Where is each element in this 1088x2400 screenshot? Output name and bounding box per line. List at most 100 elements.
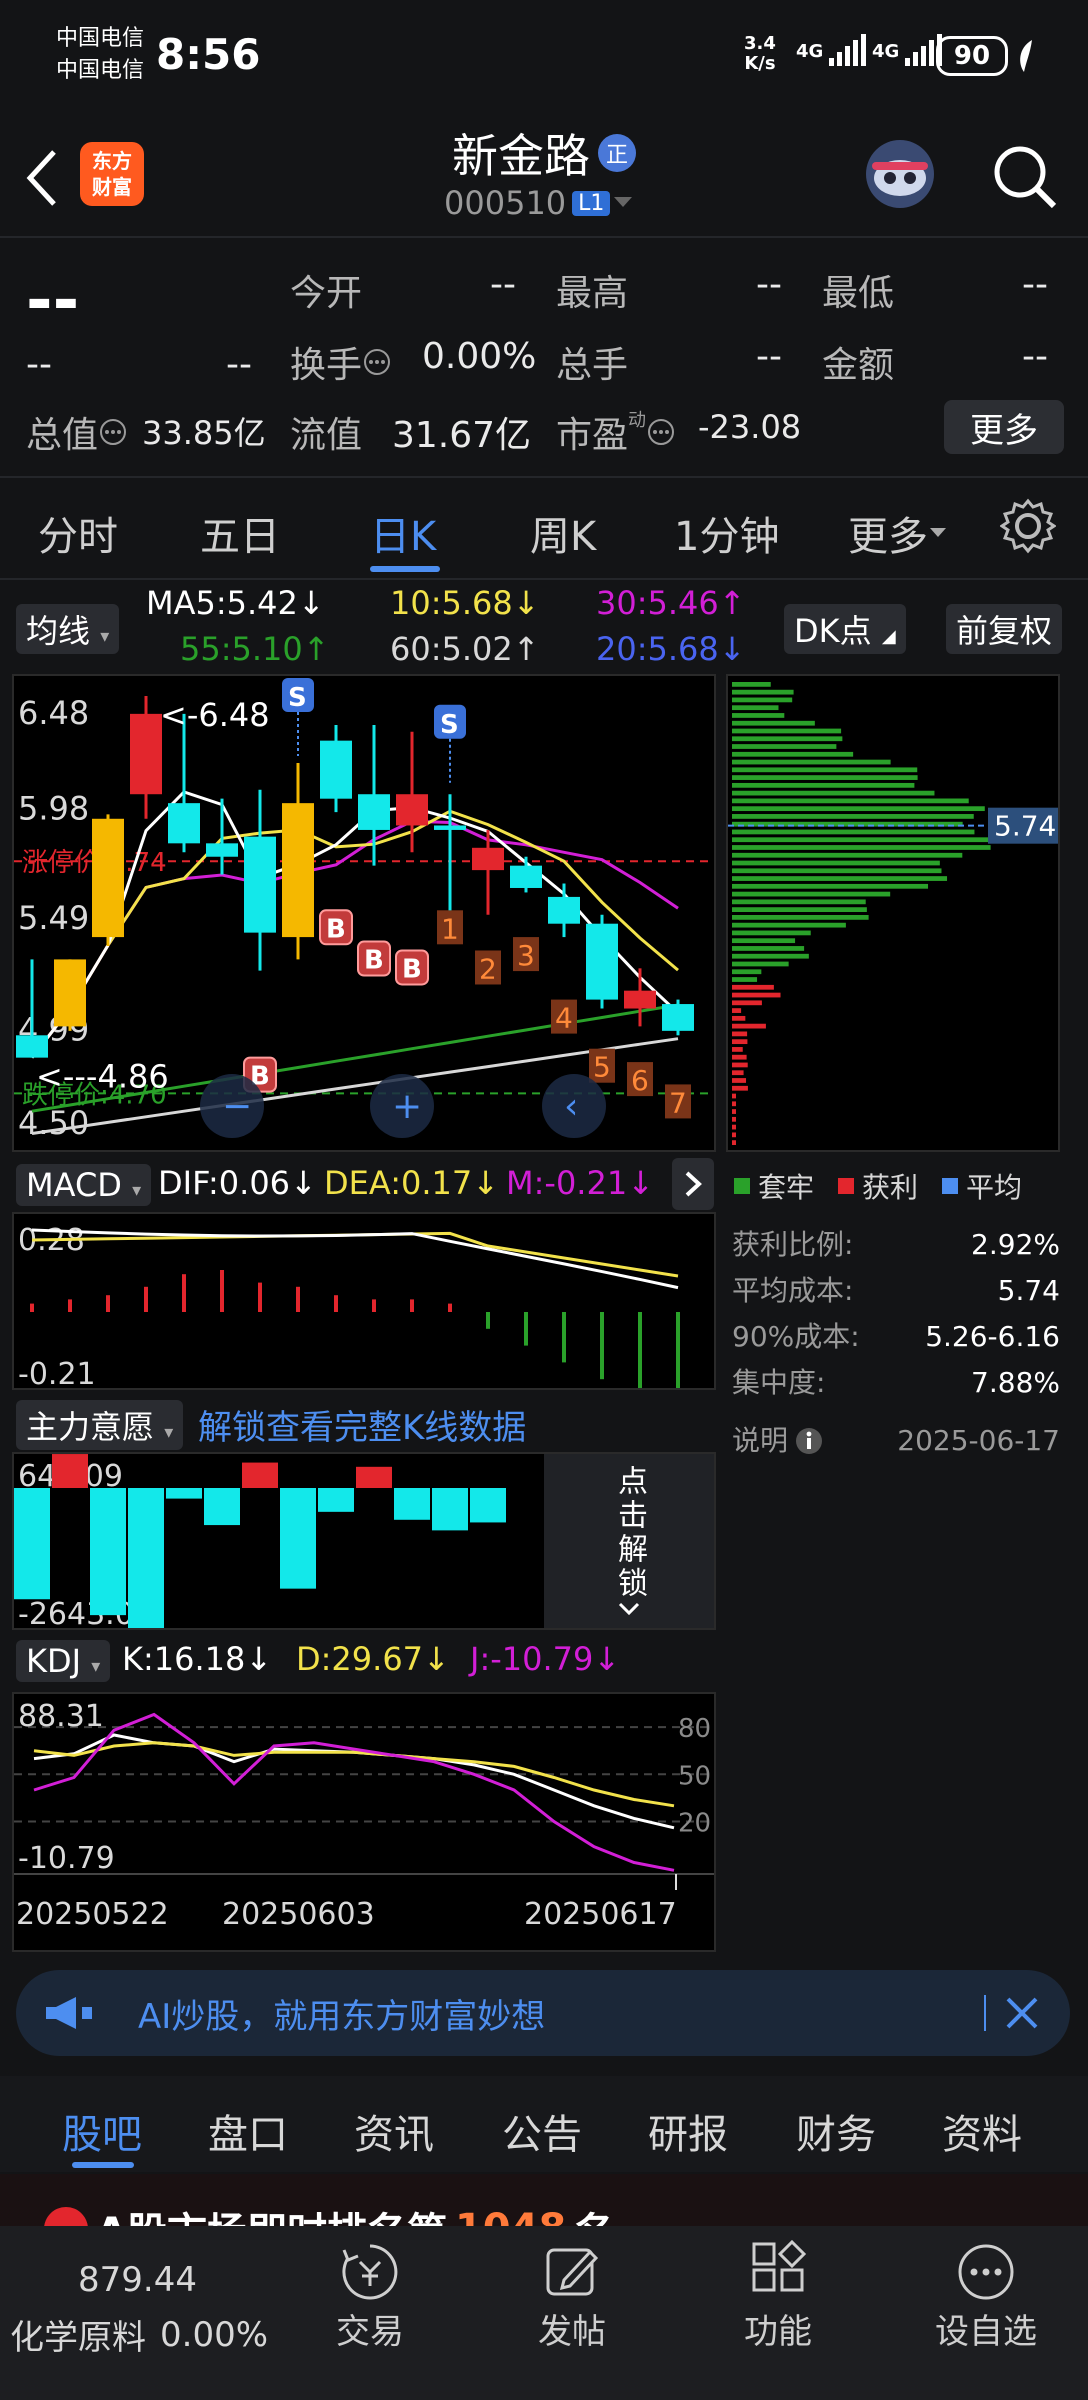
status-bar: 中国电信 中国电信 8:56 3.4 K/s 4G 4G 90 bbox=[0, 0, 1088, 120]
low-label: 最低 bbox=[822, 273, 895, 314]
macd-chart[interactable]: 0.28-0.21 bbox=[12, 1212, 716, 1390]
scroll-left-icon[interactable]: ‹ bbox=[542, 1074, 606, 1138]
kdj-chart[interactable]: 80 50 20 88.31 -10.79 20250522 20250603 2025061… bbox=[12, 1692, 716, 1952]
tab-announcements[interactable]: 公告 bbox=[502, 2102, 582, 2160]
pe-value: -23.08 bbox=[698, 408, 802, 446]
gear-icon[interactable] bbox=[1000, 498, 1056, 554]
chip-legend: 套牢 获利 平均 bbox=[734, 1166, 1022, 1206]
ma-selector[interactable]: 均线 ▾ bbox=[16, 604, 120, 654]
candle-body bbox=[586, 923, 618, 1000]
main-force-bar bbox=[318, 1488, 354, 1512]
chip-bar bbox=[732, 868, 942, 874]
float-cap-label: 流值 bbox=[290, 415, 363, 456]
candle-body bbox=[168, 803, 200, 844]
tab-weekly-k[interactable]: 周K bbox=[530, 504, 596, 562]
chip-bar bbox=[732, 782, 915, 788]
candle-body bbox=[130, 713, 162, 795]
date-tick-label: 20250603 bbox=[222, 1897, 375, 1932]
macd-bar bbox=[258, 1282, 262, 1312]
zoom-in-icon[interactable]: + bbox=[370, 1074, 434, 1138]
high-value: -- bbox=[756, 264, 782, 305]
ai-banner[interactable]: AI炒股，就用东方财富妙想 bbox=[16, 1970, 1070, 2056]
macd-bar bbox=[676, 1312, 680, 1388]
expand-indicator-button[interactable] bbox=[672, 1158, 714, 1210]
dk-point-selector[interactable]: DK点 ◢ bbox=[784, 604, 906, 654]
more-quote-button[interactable]: 更多 bbox=[944, 400, 1064, 454]
pe-label[interactable]: 市盈 动 bbox=[556, 406, 676, 458]
kdj-selector[interactable]: KDJ ▾ bbox=[16, 1640, 111, 1682]
info-dots-icon bbox=[648, 419, 675, 445]
ma55-value: 55:5.10↑ bbox=[180, 630, 330, 668]
kline-chart[interactable]: 6.485.985.494.994.50涨停价:5.74跌停价:4.70<-6.… bbox=[12, 674, 716, 1152]
chip-bar bbox=[732, 775, 918, 780]
zoom-out-icon[interactable]: − bbox=[200, 1074, 264, 1138]
candle-body bbox=[472, 847, 504, 871]
rank-strip[interactable]: A股市场即时排名第1048名 bbox=[0, 2174, 1088, 2226]
eastmoney-logo[interactable]: 东方 财富 bbox=[80, 142, 144, 206]
candle-body bbox=[624, 990, 656, 1009]
back-arrow-icon[interactable] bbox=[22, 148, 62, 208]
market-cap-label[interactable]: 总值 bbox=[26, 406, 128, 458]
open-value: -- bbox=[490, 264, 516, 305]
sequence-marker-label: 3 bbox=[517, 939, 535, 972]
candle-body bbox=[358, 794, 390, 830]
caret-down-icon bbox=[614, 197, 633, 207]
tab-guba[interactable]: 股吧 bbox=[62, 2102, 142, 2160]
nav-post[interactable]: 发帖 bbox=[522, 2240, 622, 2353]
search-icon[interactable] bbox=[990, 142, 1060, 212]
macd-bar bbox=[524, 1312, 528, 1346]
banner-text: AI炒股，就用东方财富妙想 bbox=[138, 1996, 546, 2037]
tab-news[interactable]: 资讯 bbox=[354, 2102, 434, 2160]
tab-intraday[interactable]: 分时 bbox=[38, 504, 118, 562]
nav-functions[interactable]: 功能 bbox=[728, 2240, 828, 2353]
chip-bar bbox=[732, 728, 842, 734]
tab-profile[interactable]: 资料 bbox=[942, 2102, 1022, 2160]
date-tick-label: 20250522 bbox=[16, 1897, 169, 1932]
price-adjust-selector[interactable]: 前复权 bbox=[946, 604, 1063, 654]
chevron-right-icon bbox=[685, 1171, 702, 1197]
registration-badge: 正 bbox=[598, 134, 636, 172]
chip-bar bbox=[732, 1116, 736, 1122]
y-tick-label: -0.21 bbox=[18, 1357, 96, 1390]
ai-robot-avatar-icon[interactable] bbox=[858, 132, 942, 216]
ma30-value: 30:5.46↑ bbox=[596, 584, 746, 622]
tab-one-minute[interactable]: 1分钟 bbox=[674, 504, 779, 562]
price-change-pct: -- bbox=[226, 344, 252, 385]
chip-bar bbox=[732, 1054, 747, 1060]
tab-more[interactable]: 更多 bbox=[848, 504, 948, 562]
macd-bar bbox=[182, 1274, 186, 1312]
unlock-full-data-link[interactable]: 解锁查看完整K线数据 bbox=[198, 1400, 526, 1449]
y-tick-label: 5.49 bbox=[18, 899, 89, 937]
chip-bar bbox=[732, 1047, 743, 1052]
nav-add-watchlist[interactable]: 设自选 bbox=[924, 2240, 1048, 2353]
macd-bar bbox=[486, 1312, 490, 1329]
y-tick-label: 5.98 bbox=[18, 790, 89, 828]
stock-code-row[interactable]: 000510 L1 bbox=[444, 184, 636, 222]
chip-bar bbox=[732, 845, 991, 850]
chip-distribution-chart[interactable]: 5.74 bbox=[726, 674, 1060, 1152]
buy-marker-label: B bbox=[364, 946, 384, 976]
low-annotation: <---4.86 bbox=[36, 1058, 169, 1096]
unlock-button[interactable]: 点击解锁 bbox=[544, 1454, 714, 1628]
info-icon bbox=[796, 1428, 823, 1454]
chip-bar bbox=[732, 860, 940, 866]
chip-note-button[interactable]: 说明 bbox=[732, 1418, 824, 1464]
turnover-label[interactable]: 换手 bbox=[290, 336, 392, 388]
macd-selector[interactable]: MACD ▾ bbox=[16, 1164, 152, 1206]
tab-daily-k[interactable]: 日K bbox=[370, 504, 436, 562]
main-force-selector[interactable]: 主力意愿 ▾ bbox=[16, 1400, 184, 1450]
candle-body bbox=[92, 818, 124, 938]
close-icon[interactable] bbox=[1004, 1995, 1040, 2031]
sector-index[interactable]: 化学原料 0.00% bbox=[10, 2310, 268, 2359]
right-tick-label: 50 bbox=[678, 1761, 711, 1791]
sell-marker-label: S bbox=[440, 710, 459, 740]
tab-research[interactable]: 研报 bbox=[648, 2102, 728, 2160]
right-tick-label: 80 bbox=[678, 1714, 711, 1744]
nav-trade[interactable]: 交易 bbox=[320, 2240, 420, 2353]
candle-body bbox=[396, 794, 428, 826]
tab-pankou[interactable]: 盘口 bbox=[208, 2102, 288, 2160]
macd-dif: DIF:0.06↓ bbox=[158, 1164, 317, 1202]
tab-finance[interactable]: 财务 bbox=[796, 2102, 876, 2160]
tab-five-day[interactable]: 五日 bbox=[200, 504, 280, 562]
sequence-marker-label: 6 bbox=[631, 1064, 649, 1097]
